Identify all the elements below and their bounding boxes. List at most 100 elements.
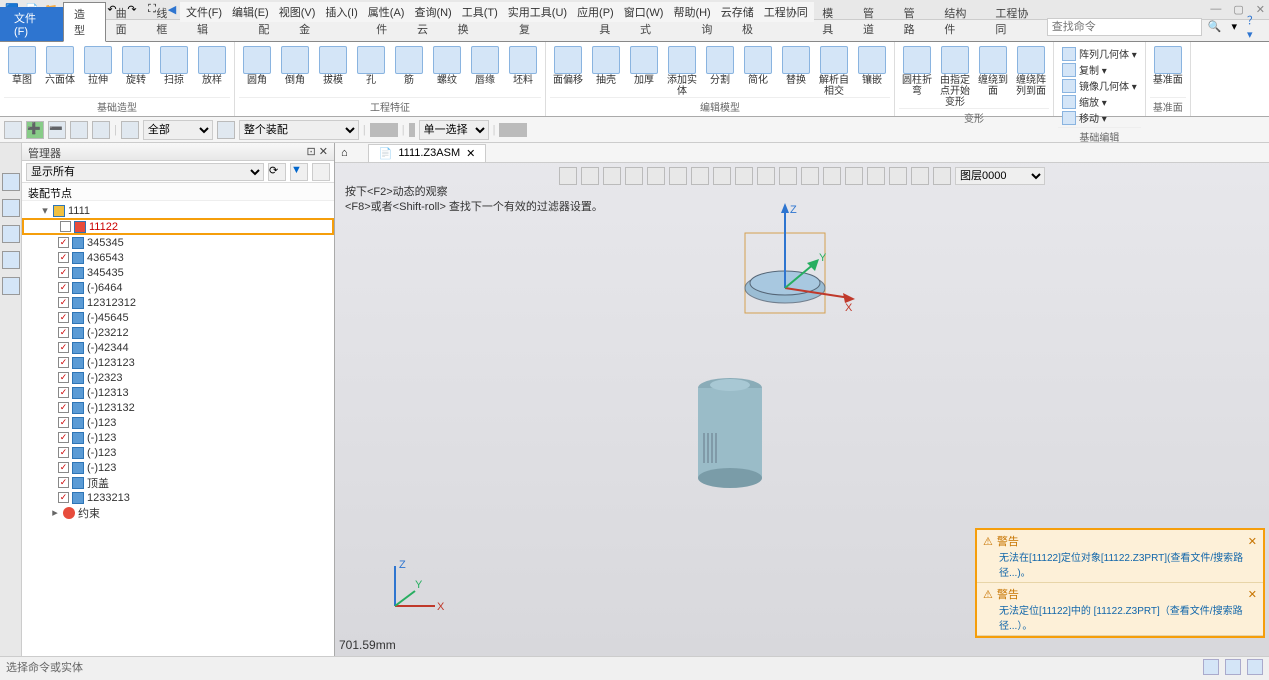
filter-select-2[interactable]: 整个装配 bbox=[239, 120, 359, 140]
file-tab[interactable]: 文件(F) bbox=[0, 7, 63, 41]
tree-constraint[interactable]: ▸约束 bbox=[22, 505, 334, 520]
help-icon[interactable]: ？▾ bbox=[1241, 12, 1269, 41]
view-tool-icon[interactable] bbox=[845, 167, 863, 185]
ribbon-button[interactable]: 由指定点开始变形 bbox=[937, 44, 973, 108]
checkbox[interactable] bbox=[60, 221, 71, 232]
menu-item[interactable]: 查询(N) bbox=[410, 2, 455, 22]
ribbon-button[interactable]: 草图 bbox=[4, 44, 40, 86]
tree-node[interactable]: (-)42344 bbox=[22, 340, 334, 355]
ribbon-button[interactable]: 孔 bbox=[353, 44, 389, 86]
checkbox[interactable] bbox=[58, 357, 69, 368]
ribbon-button[interactable]: 缠绕到面 bbox=[975, 44, 1011, 97]
user-icon[interactable] bbox=[2, 277, 20, 295]
dropdown-icon[interactable]: ▾ bbox=[1227, 20, 1241, 33]
tree-node[interactable]: (-)123123 bbox=[22, 355, 334, 370]
layer-select[interactable]: 图层0000 bbox=[955, 167, 1045, 185]
ribbon-tab[interactable]: 结构件 bbox=[934, 2, 985, 41]
ribbon-tab[interactable]: 曲面 bbox=[106, 2, 147, 41]
tree-node[interactable]: 12312312 bbox=[22, 295, 334, 310]
menu-item[interactable]: 窗口(W) bbox=[620, 2, 668, 22]
menu-item[interactable]: 插入(I) bbox=[321, 2, 361, 22]
tool-icon[interactable] bbox=[70, 121, 88, 139]
view-tool-icon[interactable] bbox=[691, 167, 709, 185]
checkbox[interactable] bbox=[58, 312, 69, 323]
ribbon-small-button[interactable]: 缩放 ▾ bbox=[1062, 94, 1137, 109]
toolbar-icon[interactable] bbox=[525, 123, 527, 137]
tree-node[interactable]: 11122 bbox=[22, 218, 334, 235]
tree-node[interactable]: (-)123 bbox=[22, 445, 334, 460]
tree-node[interactable]: 436543 bbox=[22, 250, 334, 265]
datum-plane-button[interactable]: 基准面 bbox=[1150, 44, 1186, 86]
checkbox[interactable] bbox=[58, 342, 69, 353]
view-tool-icon[interactable] bbox=[603, 167, 621, 185]
ribbon-button[interactable]: 放样 bbox=[194, 44, 230, 86]
view-tool-icon[interactable] bbox=[669, 167, 687, 185]
ribbon-button[interactable]: 扫掠 bbox=[156, 44, 192, 86]
tree-node[interactable]: (-)2323 bbox=[22, 370, 334, 385]
filter-select-1[interactable]: 全部 bbox=[143, 120, 213, 140]
checkbox[interactable] bbox=[58, 462, 69, 473]
ribbon-button[interactable]: 缠绕阵列到面 bbox=[1013, 44, 1049, 97]
status-icon[interactable] bbox=[1203, 659, 1219, 675]
ribbon-button[interactable]: 拉伸 bbox=[80, 44, 116, 86]
ribbon-button[interactable]: 倒角 bbox=[277, 44, 313, 86]
tree-node[interactable]: (-)6464 bbox=[22, 280, 334, 295]
menu-item[interactable]: 视图(V) bbox=[275, 2, 320, 22]
menu-item[interactable]: 编辑(E) bbox=[228, 2, 273, 22]
view-tool-icon[interactable] bbox=[933, 167, 951, 185]
tree-node[interactable]: 345435 bbox=[22, 265, 334, 280]
menu-item[interactable]: 云存储 bbox=[717, 2, 758, 22]
warning-item[interactable]: ⚠警告✕ 无法定位[11122]中的 [11122.Z3PRT]（查看文件/搜索… bbox=[977, 583, 1263, 636]
checkbox[interactable] bbox=[58, 282, 69, 293]
search-icon[interactable]: 🔍 bbox=[1202, 20, 1228, 33]
menu-item[interactable]: 属性(A) bbox=[364, 2, 409, 22]
tool-icon[interactable] bbox=[92, 121, 110, 139]
menu-item[interactable]: 实用工具(U) bbox=[504, 2, 571, 22]
ribbon-small-button[interactable]: 复制 ▾ bbox=[1062, 62, 1137, 77]
tree-node[interactable]: (-)45645 bbox=[22, 310, 334, 325]
ribbon-button[interactable]: 唇缘 bbox=[467, 44, 503, 86]
ribbon-button[interactable]: 坯料 bbox=[505, 44, 541, 86]
tree-node[interactable]: (-)123132 bbox=[22, 400, 334, 415]
tree-node[interactable]: (-)123 bbox=[22, 415, 334, 430]
ribbon-small-button[interactable]: 阵列几何体 ▾ bbox=[1062, 46, 1137, 61]
minus-icon[interactable]: ➖ bbox=[48, 121, 66, 139]
close-warn-icon[interactable]: ✕ bbox=[1248, 535, 1257, 548]
view-tool-icon[interactable] bbox=[735, 167, 753, 185]
layers-icon[interactable] bbox=[2, 251, 20, 269]
search-input[interactable] bbox=[1047, 18, 1202, 36]
status-icon[interactable] bbox=[1247, 659, 1263, 675]
ribbon-button[interactable]: 圆角 bbox=[239, 44, 275, 86]
ribbon-button[interactable]: 圆柱折弯 bbox=[899, 44, 935, 97]
checkbox[interactable] bbox=[58, 372, 69, 383]
display-filter[interactable]: 显示所有 bbox=[26, 163, 264, 181]
ribbon-button[interactable]: 拔模 bbox=[315, 44, 351, 86]
tool-icon[interactable] bbox=[4, 121, 22, 139]
select-mode[interactable]: 单一选择 bbox=[419, 120, 489, 140]
history-icon[interactable] bbox=[2, 199, 20, 217]
checkbox[interactable] bbox=[58, 402, 69, 413]
ribbon-tab[interactable]: 造型 bbox=[63, 2, 106, 42]
refresh-icon[interactable]: ⟳ bbox=[268, 163, 286, 181]
ribbon-small-button[interactable]: 镜像几何体 ▾ bbox=[1062, 78, 1137, 93]
checkbox[interactable] bbox=[58, 237, 69, 248]
tree-root[interactable]: ▾1111 bbox=[22, 203, 334, 218]
view-tool-icon[interactable] bbox=[801, 167, 819, 185]
tree-node[interactable]: 345345 bbox=[22, 235, 334, 250]
view-tool-icon[interactable] bbox=[757, 167, 775, 185]
tree-node[interactable]: 顶盖 bbox=[22, 475, 334, 490]
funnel-icon[interactable]: ▼ bbox=[290, 163, 308, 181]
ribbon-button[interactable]: 添加实体 bbox=[664, 44, 700, 97]
ribbon-button[interactable]: 简化 bbox=[740, 44, 776, 86]
status-icon[interactable] bbox=[1225, 659, 1241, 675]
ribbon-button[interactable]: 解析自相交 bbox=[816, 44, 852, 97]
tree-node[interactable]: (-)23212 bbox=[22, 325, 334, 340]
checkbox[interactable] bbox=[58, 252, 69, 263]
home-icon[interactable]: ⌂ bbox=[335, 147, 354, 159]
panel-menu-icon[interactable]: ⊡ ✕ bbox=[307, 145, 329, 158]
view-tool-icon[interactable] bbox=[559, 167, 577, 185]
ribbon-button[interactable]: 筋 bbox=[391, 44, 427, 86]
ribbon-button[interactable]: 分割 bbox=[702, 44, 738, 86]
tree-node[interactable]: (-)123 bbox=[22, 430, 334, 445]
filter-icon[interactable] bbox=[121, 121, 139, 139]
